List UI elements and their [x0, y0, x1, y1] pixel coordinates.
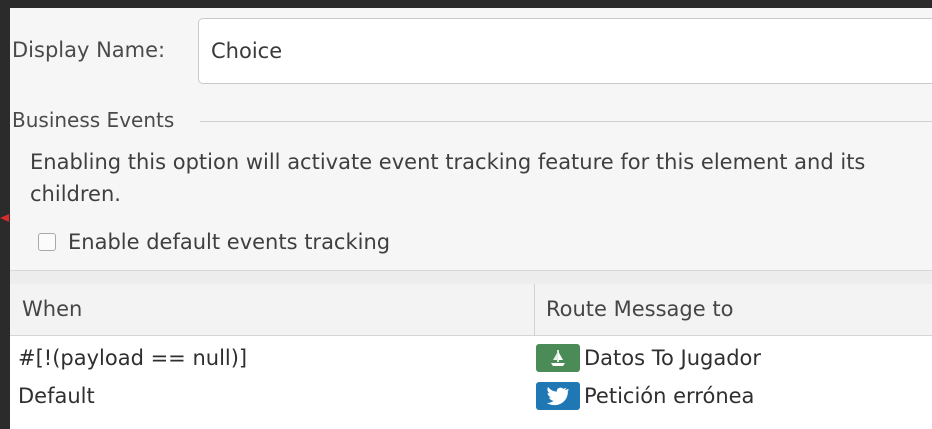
- route-target: Datos To Jugador: [536, 344, 761, 372]
- properties-panel: Display Name: Business Events Enabling t…: [10, 8, 932, 429]
- business-events-description: Enabling this option will activate event…: [30, 150, 866, 206]
- route-name: Petición errónea: [584, 384, 755, 408]
- logger-bird-icon: [536, 382, 580, 410]
- when-expression: #[!(payload == null)]: [18, 346, 248, 370]
- table-row[interactable]: Default Petición errónea: [10, 378, 932, 416]
- display-name-label: Display Name:: [12, 38, 166, 62]
- column-header-when[interactable]: When: [22, 297, 82, 321]
- display-name-input[interactable]: [198, 18, 932, 84]
- enable-events-tracking-label: Enable default events tracking: [68, 230, 391, 254]
- routes-table: When Route Message to #[!(payload == nul…: [10, 284, 932, 429]
- table-header: When Route Message to: [10, 284, 932, 336]
- when-expression: Default: [18, 384, 95, 408]
- flow-ref-icon: [536, 344, 580, 372]
- table-row[interactable]: #[!(payload == null)] Datos To Jugador: [10, 340, 932, 378]
- group-divider: [200, 121, 932, 122]
- business-events-title: Business Events: [12, 108, 179, 132]
- route-target: Petición errónea: [536, 382, 754, 410]
- enable-events-tracking-checkbox-row[interactable]: Enable default events tracking: [38, 230, 390, 254]
- column-divider[interactable]: [534, 284, 535, 336]
- general-section: Display Name: Business Events Enabling t…: [10, 8, 932, 270]
- section-separator: [10, 270, 932, 284]
- pointer-arrow-icon: [0, 214, 9, 222]
- route-name: Datos To Jugador: [584, 346, 762, 370]
- enable-events-tracking-checkbox[interactable]: [38, 233, 56, 251]
- column-header-route[interactable]: Route Message to: [546, 297, 733, 321]
